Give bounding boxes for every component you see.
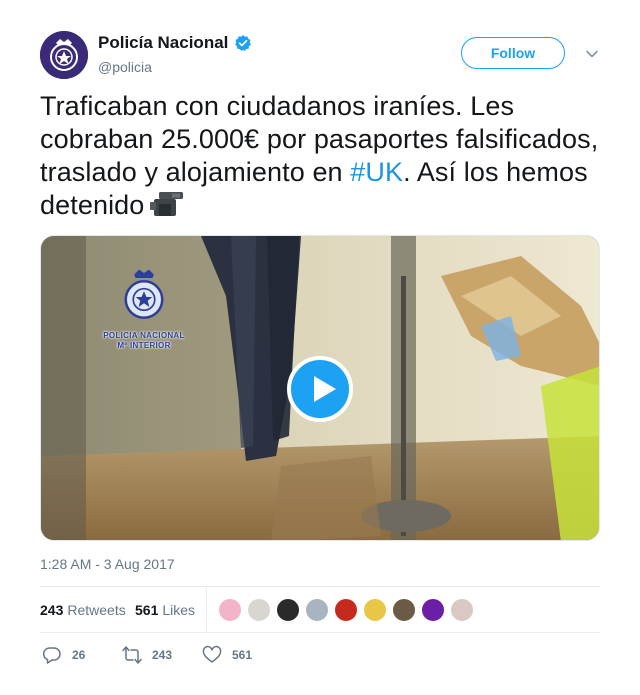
tweet-header: Policía Nacional @policia Follow [40, 31, 600, 81]
retweet-count: 243 [152, 648, 173, 662]
account-name[interactable]: Policía Nacional [98, 33, 228, 53]
likes-count: 561 [135, 602, 159, 618]
reply-count: 26 [72, 648, 86, 662]
watermark-line-1: POLICIA NACIONAL [103, 331, 185, 340]
video-camera-icon [150, 192, 184, 216]
like-button[interactable]: 561 [202, 645, 252, 665]
police-badge-icon [40, 31, 88, 79]
tweet-stats: 243 Retweets 561 Likes [40, 588, 600, 632]
watermark-line-2: Mº INTERIOR [117, 341, 171, 350]
retweets-count: 243 [40, 602, 64, 618]
retweets-label: Retweets [67, 602, 126, 618]
play-icon [314, 376, 336, 402]
liker-avatar[interactable] [421, 598, 445, 622]
tweet-text: Traficaban con ciudadanos iraníes. Les c… [40, 90, 600, 222]
video-watermark: POLICIA NACIONAL Mº INTERIOR [96, 268, 192, 351]
retweet-button[interactable]: 243 [122, 645, 172, 665]
liker-avatar[interactable] [334, 598, 358, 622]
follow-button[interactable]: Follow [461, 37, 565, 69]
hashtag-link[interactable]: #UK [350, 157, 403, 187]
retweets-stat[interactable]: 243 Retweets [40, 602, 126, 618]
likes-stat[interactable]: 561 Likes [135, 602, 195, 618]
tweet-timestamp[interactable]: 1:28 AM - 3 Aug 2017 [40, 556, 175, 572]
police-emblem-icon [124, 269, 164, 319]
tweet-actions: 26 243 561 [40, 645, 600, 667]
verified-badge-icon [235, 35, 252, 51]
liker-avatar[interactable] [247, 598, 271, 622]
chevron-down-icon[interactable] [585, 47, 599, 61]
account-name-row: Policía Nacional [98, 33, 252, 53]
like-count: 561 [232, 648, 253, 662]
video-player[interactable]: POLICIA NACIONAL Mº INTERIOR [40, 235, 600, 541]
divider [40, 586, 600, 587]
liker-avatar[interactable] [450, 598, 474, 622]
heart-icon [202, 645, 222, 663]
liker-avatar[interactable] [276, 598, 300, 622]
play-button[interactable] [287, 356, 353, 422]
divider [40, 632, 600, 633]
retweet-icon [122, 646, 142, 664]
reply-button[interactable]: 26 [42, 645, 85, 665]
liker-avatar[interactable] [305, 598, 329, 622]
liker-avatar[interactable] [392, 598, 416, 622]
avatar[interactable] [40, 31, 88, 79]
liker-avatar[interactable] [218, 598, 242, 622]
stats-separator [206, 588, 207, 632]
reply-icon [42, 647, 61, 664]
likes-label: Likes [162, 602, 196, 618]
account-handle[interactable]: @policia [98, 59, 152, 75]
liker-avatar[interactable] [363, 598, 387, 622]
